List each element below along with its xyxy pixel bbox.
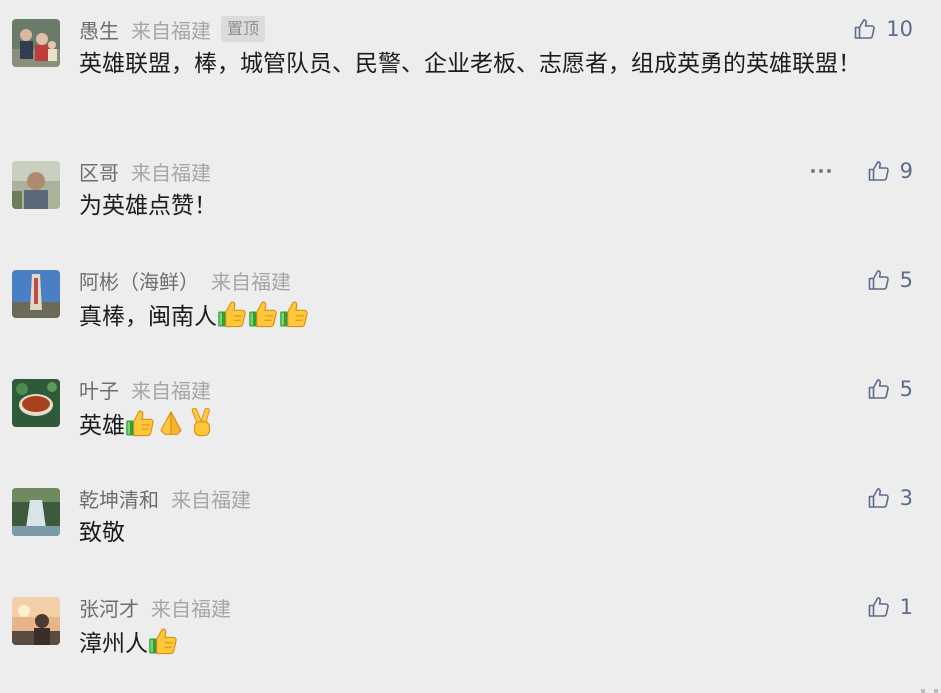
comment-header: 区哥 来自福建: [79, 156, 211, 186]
comment-body: 致敬: [79, 520, 125, 546]
victory-hand-emoji: [187, 408, 217, 448]
commenter-name[interactable]: 乾坤清和: [79, 484, 159, 513]
comment-body: 英雄: [79, 413, 125, 439]
like-count: 3: [899, 486, 913, 510]
comment-item: 阿彬（海鲜） 来自福建 5 真棒，闽南人: [0, 265, 941, 335]
location-label: 来自福建: [151, 596, 231, 621]
comment-body: 为英雄点赞！: [79, 193, 217, 219]
like-count: 10: [886, 17, 913, 41]
like-button[interactable]: 5: [867, 265, 913, 295]
comment-item: 乾坤清和 来自福建 3 致敬: [0, 483, 941, 553]
comment-header: 乾坤清和 来自福建: [79, 483, 251, 513]
comment-text: 英雄: [79, 408, 899, 448]
praying-hands-emoji: [156, 408, 186, 448]
monument-photo-avatar[interactable]: [12, 270, 60, 318]
comment-item: 区哥 来自福建 9 为英雄点赞！: [0, 156, 941, 226]
comment-header: 张河才 来自福建: [79, 592, 231, 622]
like-count: 5: [899, 377, 913, 401]
pinned-badge: 置顶: [221, 16, 266, 42]
like-count: 1: [899, 595, 913, 619]
scroll-indicator: [921, 689, 925, 693]
commenter-name[interactable]: 愚生: [79, 15, 119, 44]
commenter-name[interactable]: 叶子: [79, 375, 119, 404]
comment-text: 真棒，闽南人: [79, 299, 899, 339]
dot-icon: [827, 169, 831, 173]
comment-text: 漳州人: [79, 626, 899, 666]
man-photo-avatar[interactable]: [12, 161, 60, 209]
tea-cup-photo-avatar[interactable]: [12, 379, 60, 427]
like-button[interactable]: 1: [867, 592, 913, 622]
like-count: 9: [899, 159, 913, 183]
location-label: 来自福建: [131, 160, 211, 185]
comment-item: 愚生 来自福建 置顶 10 英雄联盟，棒，城管队员、民警、企业老板、志愿者，组成…: [0, 14, 941, 114]
thumbs-up-emoji: [217, 299, 247, 339]
thumbs-up-emoji: [279, 299, 309, 339]
thumbs-up-icon: [853, 17, 877, 41]
thumbs-up-icon: [867, 159, 891, 183]
thumbs-up-emoji: [148, 626, 178, 666]
dot-icon: [811, 169, 815, 173]
comment-header: 叶子 来自福建: [79, 374, 211, 404]
comment-body: 英雄联盟，棒，城管队员、民警、企业老板、志愿者，组成英勇的英雄联盟！: [79, 51, 861, 77]
sunset-portrait-avatar[interactable]: [12, 597, 60, 645]
commenter-name[interactable]: 张河才: [79, 593, 139, 622]
location-label: 来自福建: [171, 487, 251, 512]
comment-text: 为英雄点赞！: [79, 190, 899, 223]
comment-body: 真棒，闽南人: [79, 304, 217, 330]
location-label: 来自福建: [131, 378, 211, 403]
like-button[interactable]: 3: [867, 483, 913, 513]
more-options-button[interactable]: [811, 156, 831, 186]
thumbs-up-icon: [867, 377, 891, 401]
like-button[interactable]: 10: [853, 14, 913, 44]
thumbs-up-emoji: [125, 408, 155, 448]
location-label: 来自福建: [131, 18, 211, 43]
comment-header: 阿彬（海鲜） 来自福建: [79, 265, 291, 295]
comment-body: 漳州人: [79, 631, 148, 657]
waterfall-photo-avatar[interactable]: [12, 488, 60, 536]
like-button[interactable]: 5: [867, 374, 913, 404]
commenter-name[interactable]: 阿彬（海鲜）: [79, 266, 199, 295]
dot-icon: [819, 169, 823, 173]
like-button[interactable]: 9: [867, 156, 913, 186]
like-count: 5: [899, 268, 913, 292]
comment-header: 愚生 来自福建 置顶: [79, 14, 266, 44]
comment-item: 叶子 来自福建 5 英雄: [0, 374, 941, 444]
thumbs-up-icon: [867, 268, 891, 292]
comment-item: 张河才 来自福建 1 漳州人: [0, 592, 941, 662]
family-photo-avatar[interactable]: [12, 19, 60, 67]
thumbs-up-icon: [867, 486, 891, 510]
thumbs-up-icon: [867, 595, 891, 619]
comment-text: 致敬: [79, 517, 899, 550]
commenter-name[interactable]: 区哥: [79, 157, 119, 186]
comment-text: 英雄联盟，棒，城管队员、民警、企业老板、志愿者，组成英勇的英雄联盟！: [79, 48, 899, 81]
thumbs-up-emoji: [248, 299, 278, 339]
location-label: 来自福建: [211, 269, 291, 294]
scroll-indicator: [934, 689, 938, 693]
